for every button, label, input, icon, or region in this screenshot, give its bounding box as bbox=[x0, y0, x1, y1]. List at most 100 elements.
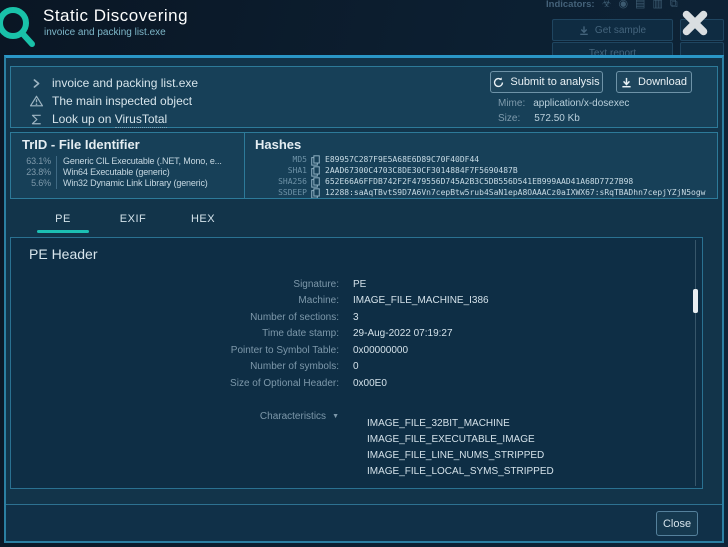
inspected-object-row: The main inspected object bbox=[30, 94, 192, 108]
pe-field-label: Machine: bbox=[11, 295, 353, 306]
pe-header-title: PE Header bbox=[29, 246, 97, 262]
mime-value: application/x-dosexec bbox=[533, 98, 629, 109]
trid-percent: 23.8% bbox=[11, 167, 57, 178]
pe-field-value: IMAGE_FILE_MACHINE_I386 bbox=[353, 295, 489, 306]
chevron-down-icon: ▼ bbox=[332, 413, 339, 420]
pe-field-row: Machine: IMAGE_FILE_MACHINE_I386 bbox=[11, 293, 688, 310]
magnifier-logo-icon bbox=[0, 4, 40, 52]
indicators-bar: Indicators: ☣ ◉ ▤ ▥ ⧉ bbox=[546, 0, 678, 10]
pe-field-value: 0x00000000 bbox=[353, 345, 408, 356]
submit-to-analysis-label: Submit to analysis bbox=[510, 76, 599, 88]
trid-name: Win32 Dynamic Link Library (generic) bbox=[57, 178, 208, 189]
trid-row: 5.6% Win32 Dynamic Link Library (generic… bbox=[11, 178, 244, 189]
pe-field-label: Pointer to Symbol Table: bbox=[11, 345, 353, 356]
copy-docs-icon[interactable]: ⧉ bbox=[670, 0, 678, 10]
pe-field-value: 3 bbox=[353, 312, 359, 323]
virustotal-icon bbox=[30, 114, 43, 125]
hash-row: SHA256 652E66A6FFDB742F2F479556D745A2B3C… bbox=[245, 177, 713, 188]
download-label: Download bbox=[638, 76, 687, 88]
copy-icon[interactable] bbox=[311, 177, 320, 188]
trid-name: Win64 Executable (generic) bbox=[57, 167, 170, 178]
pe-field-row: Signature: PE bbox=[11, 276, 688, 293]
characteristic-value: IMAGE_FILE_LINE_NUMS_STRIPPED bbox=[367, 447, 554, 463]
hashes-section: Hashes MD5 E89957C287F9E5A68E6D89C70F40D… bbox=[244, 133, 717, 198]
hash-value: 2AAD67300C4703C8DE30CF3014884F7F5690487B bbox=[325, 166, 518, 177]
hash-label: SSDEEP bbox=[245, 188, 307, 199]
filename-row[interactable]: invoice and packing list.exe bbox=[30, 76, 198, 90]
pe-field-value: 29-Aug-2022 07:19:27 bbox=[353, 328, 453, 339]
indicators-label: Indicators: bbox=[546, 0, 595, 10]
pe-field-row: Number of sections: 3 bbox=[11, 309, 688, 326]
eye-icon[interactable]: ◉ bbox=[618, 0, 628, 10]
download-icon bbox=[621, 77, 632, 88]
refresh-icon bbox=[493, 77, 504, 88]
exe-doc-icon[interactable]: ▥ bbox=[652, 0, 662, 10]
copy-icon[interactable] bbox=[311, 166, 320, 177]
tab-exif[interactable]: EXIF bbox=[98, 205, 168, 233]
get-sample-button[interactable]: Get sample bbox=[552, 19, 673, 41]
biohazard-icon[interactable]: ☣ bbox=[602, 0, 612, 10]
mime-row: Mime: application/x-dosexec bbox=[498, 98, 629, 109]
hash-value: E89957C287F9E5A68E6D89C70F40DF44 bbox=[325, 155, 479, 166]
pe-field-label: Size of Optional Header: bbox=[11, 378, 353, 389]
hash-label: SHA256 bbox=[245, 177, 307, 188]
trid-name: Generic CIL Executable (.NET, Mono, e... bbox=[57, 156, 222, 167]
trid-hashes-panel: TrID - File Identifier 63.1% Generic CIL… bbox=[10, 132, 718, 199]
hash-row: MD5 E89957C287F9E5A68E6D89C70F40DF44 bbox=[245, 155, 713, 166]
virustotal-prefix: Look up on bbox=[52, 112, 115, 126]
pe-field-label: Number of sections: bbox=[11, 312, 353, 323]
hash-value: 652E66A6FFDB742F2F479556D745A2B3C5DB556D… bbox=[325, 177, 633, 188]
submit-to-analysis-button[interactable]: Submit to analysis bbox=[490, 71, 603, 93]
characteristics-label: Characteristics bbox=[260, 411, 326, 422]
pe-field-label: Signature: bbox=[11, 279, 353, 290]
size-label: Size: bbox=[498, 113, 520, 124]
close-icon[interactable] bbox=[679, 7, 711, 39]
size-row: Size: 572.50 Kb bbox=[498, 113, 580, 124]
trid-row: 23.8% Win64 Executable (generic) bbox=[11, 167, 244, 178]
characteristic-value: IMAGE_FILE_LOCAL_SYMS_STRIPPED bbox=[367, 463, 554, 479]
trid-percent: 63.1% bbox=[11, 156, 57, 167]
window-subtitle-filename: invoice and packing list.exe bbox=[44, 27, 166, 38]
copy-icon[interactable] bbox=[311, 155, 320, 166]
virustotal-link-text: VirusTotal bbox=[115, 112, 167, 128]
modal-footer: Close bbox=[6, 504, 722, 541]
pe-field-value: 0x00E0 bbox=[353, 378, 387, 389]
download-button[interactable]: Download bbox=[616, 71, 692, 93]
close-button[interactable]: Close bbox=[656, 511, 698, 536]
file-info-panel: invoice and packing list.exe The main in… bbox=[10, 66, 718, 128]
scrollbar-track[interactable] bbox=[695, 240, 696, 486]
scrollbar-thumb[interactable] bbox=[693, 289, 698, 313]
tab-pe[interactable]: PE bbox=[28, 205, 98, 233]
filename-text: invoice and packing list.exe bbox=[52, 76, 198, 90]
static-discovering-modal: invoice and packing list.exe The main in… bbox=[4, 55, 724, 543]
pe-field-value: PE bbox=[353, 279, 366, 290]
pe-field-row: Size of Optional Header: 0x00E0 bbox=[11, 375, 688, 392]
copy-icon[interactable] bbox=[311, 188, 320, 199]
inspected-object-text: The main inspected object bbox=[52, 94, 192, 108]
pe-field-label: Number of symbols: bbox=[11, 361, 353, 372]
chevron-right-icon bbox=[30, 78, 43, 89]
hash-label: SHA1 bbox=[245, 166, 307, 177]
hash-label: MD5 bbox=[245, 155, 307, 166]
window-title: Static Discovering bbox=[43, 6, 188, 26]
trid-row: 63.1% Generic CIL Executable (.NET, Mono… bbox=[11, 156, 244, 167]
download-icon bbox=[579, 25, 589, 36]
pe-field-row: Number of symbols: 0 bbox=[11, 359, 688, 376]
hash-row: SHA1 2AAD67300C4703C8DE30CF3014884F7F569… bbox=[245, 166, 713, 177]
characteristic-value: IMAGE_FILE_EXECUTABLE_IMAGE bbox=[367, 431, 554, 447]
characteristics-row[interactable]: Characteristics ▼ bbox=[11, 408, 688, 425]
hash-value: 12288:saAqTBvtS9D7A6Vn7cepBtw5rub4SaN1ep… bbox=[325, 188, 706, 199]
report-icon[interactable]: ▤ bbox=[635, 0, 645, 10]
hashes-title: Hashes bbox=[255, 137, 301, 152]
hash-row: SSDEEP 12288:saAqTBvtS9D7A6Vn7cepBtw5rub… bbox=[245, 188, 713, 199]
trid-section: TrID - File Identifier 63.1% Generic CIL… bbox=[11, 133, 244, 198]
pe-content-panel: PE Header Signature: PE Machine: IMAGE_F… bbox=[10, 237, 703, 489]
tab-hex[interactable]: HEX bbox=[168, 205, 238, 233]
trid-percent: 5.6% bbox=[11, 178, 57, 189]
virustotal-link[interactable]: Look up on VirusTotal bbox=[30, 112, 167, 126]
mime-label: Mime: bbox=[498, 98, 525, 109]
get-sample-label: Get sample bbox=[595, 25, 646, 36]
size-value: 572.50 Kb bbox=[534, 113, 580, 124]
characteristic-value: IMAGE_FILE_32BIT_MACHINE bbox=[367, 415, 554, 431]
pe-field-row: Pointer to Symbol Table: 0x00000000 bbox=[11, 342, 688, 359]
